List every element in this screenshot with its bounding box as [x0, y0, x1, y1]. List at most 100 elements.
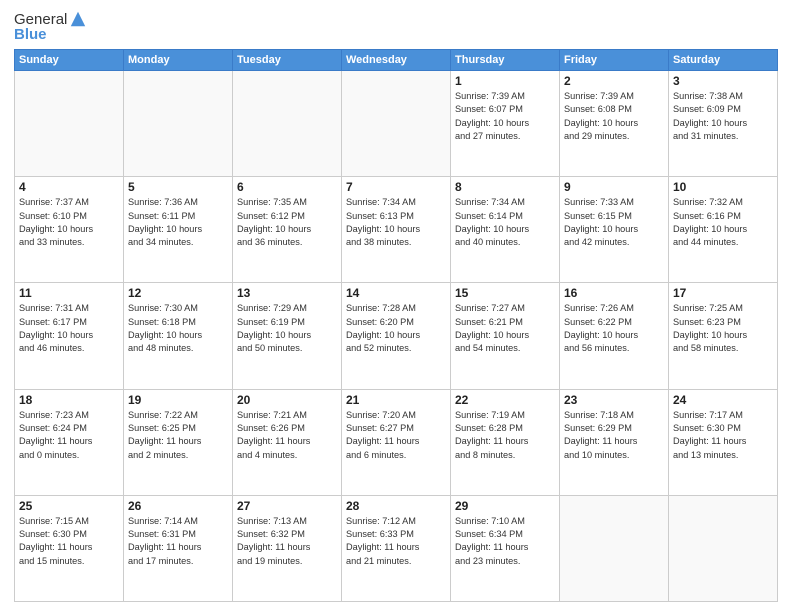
day-number: 11	[19, 286, 119, 300]
day-number: 7	[346, 180, 446, 194]
day-info: Sunrise: 7:20 AMSunset: 6:27 PMDaylight:…	[346, 409, 446, 462]
day-info: Sunrise: 7:22 AMSunset: 6:25 PMDaylight:…	[128, 409, 228, 462]
calendar-cell: 25 Sunrise: 7:15 AMSunset: 6:30 PMDayligh…	[15, 495, 124, 601]
day-info: Sunrise: 7:21 AMSunset: 6:26 PMDaylight:…	[237, 409, 337, 462]
day-number: 5	[128, 180, 228, 194]
day-number: 23	[564, 393, 664, 407]
logo: General Blue	[14, 10, 87, 43]
day-info: Sunrise: 7:28 AMSunset: 6:20 PMDaylight:…	[346, 302, 446, 355]
calendar-cell	[560, 495, 669, 601]
day-info: Sunrise: 7:30 AMSunset: 6:18 PMDaylight:…	[128, 302, 228, 355]
day-number: 25	[19, 499, 119, 513]
day-number: 22	[455, 393, 555, 407]
calendar-cell: 5 Sunrise: 7:36 AMSunset: 6:11 PMDaylight…	[124, 177, 233, 283]
day-info: Sunrise: 7:26 AMSunset: 6:22 PMDaylight:…	[564, 302, 664, 355]
day-number: 14	[346, 286, 446, 300]
calendar-cell: 28 Sunrise: 7:12 AMSunset: 6:33 PMDayligh…	[342, 495, 451, 601]
weekday-header-row: SundayMondayTuesdayWednesdayThursdayFrid…	[15, 50, 778, 71]
calendar-cell: 3 Sunrise: 7:38 AMSunset: 6:09 PMDaylight…	[669, 71, 778, 177]
day-info: Sunrise: 7:34 AMSunset: 6:13 PMDaylight:…	[346, 196, 446, 249]
week-row-3: 18 Sunrise: 7:23 AMSunset: 6:24 PMDayligh…	[15, 389, 778, 495]
calendar-cell: 11 Sunrise: 7:31 AMSunset: 6:17 PMDayligh…	[15, 283, 124, 389]
day-info: Sunrise: 7:32 AMSunset: 6:16 PMDaylight:…	[673, 196, 773, 249]
calendar-cell	[15, 71, 124, 177]
weekday-header-friday: Friday	[560, 50, 669, 71]
day-info: Sunrise: 7:19 AMSunset: 6:28 PMDaylight:…	[455, 409, 555, 462]
calendar-cell: 14 Sunrise: 7:28 AMSunset: 6:20 PMDayligh…	[342, 283, 451, 389]
day-number: 17	[673, 286, 773, 300]
calendar-cell	[233, 71, 342, 177]
day-info: Sunrise: 7:36 AMSunset: 6:11 PMDaylight:…	[128, 196, 228, 249]
day-info: Sunrise: 7:25 AMSunset: 6:23 PMDaylight:…	[673, 302, 773, 355]
day-number: 13	[237, 286, 337, 300]
calendar-cell: 20 Sunrise: 7:21 AMSunset: 6:26 PMDayligh…	[233, 389, 342, 495]
day-number: 10	[673, 180, 773, 194]
day-info: Sunrise: 7:39 AMSunset: 6:08 PMDaylight:…	[564, 90, 664, 143]
calendar-cell: 19 Sunrise: 7:22 AMSunset: 6:25 PMDayligh…	[124, 389, 233, 495]
calendar-table: SundayMondayTuesdayWednesdayThursdayFrid…	[14, 49, 778, 602]
day-number: 28	[346, 499, 446, 513]
calendar-cell: 1 Sunrise: 7:39 AMSunset: 6:07 PMDaylight…	[451, 71, 560, 177]
day-info: Sunrise: 7:10 AMSunset: 6:34 PMDaylight:…	[455, 515, 555, 568]
logo-blue-label: Blue	[14, 26, 47, 43]
day-number: 21	[346, 393, 446, 407]
day-number: 1	[455, 74, 555, 88]
day-info: Sunrise: 7:38 AMSunset: 6:09 PMDaylight:…	[673, 90, 773, 143]
calendar-cell: 22 Sunrise: 7:19 AMSunset: 6:28 PMDayligh…	[451, 389, 560, 495]
day-info: Sunrise: 7:17 AMSunset: 6:30 PMDaylight:…	[673, 409, 773, 462]
calendar-cell: 15 Sunrise: 7:27 AMSunset: 6:21 PMDayligh…	[451, 283, 560, 389]
day-info: Sunrise: 7:31 AMSunset: 6:17 PMDaylight:…	[19, 302, 119, 355]
day-info: Sunrise: 7:29 AMSunset: 6:19 PMDaylight:…	[237, 302, 337, 355]
logo-general-text: General	[14, 11, 67, 28]
calendar-cell: 18 Sunrise: 7:23 AMSunset: 6:24 PMDayligh…	[15, 389, 124, 495]
calendar-cell: 29 Sunrise: 7:10 AMSunset: 6:34 PMDayligh…	[451, 495, 560, 601]
calendar-cell	[124, 71, 233, 177]
calendar-cell: 27Sunrise: 7:13 AMSunset: 6:32 PMDayligh…	[233, 495, 342, 601]
day-number: 4	[19, 180, 119, 194]
calendar-cell: 26Sunrise: 7:14 AMSunset: 6:31 PMDayligh…	[124, 495, 233, 601]
day-info: Sunrise: 7:23 AMSunset: 6:24 PMDaylight:…	[19, 409, 119, 462]
weekday-header-sunday: Sunday	[15, 50, 124, 71]
day-number: 24	[673, 393, 773, 407]
day-info: Sunrise: 7:13 AMSunset: 6:32 PMDaylight:…	[237, 515, 337, 568]
day-info: Sunrise: 7:33 AMSunset: 6:15 PMDaylight:…	[564, 196, 664, 249]
day-number: 26	[128, 499, 228, 513]
day-number: 20	[237, 393, 337, 407]
calendar-cell: 2Sunrise: 7:39 AMSunset: 6:08 PMDaylight…	[560, 71, 669, 177]
calendar-cell: 23 Sunrise: 7:18 AMSunset: 6:29 PMDayligh…	[560, 389, 669, 495]
day-number: 9	[564, 180, 664, 194]
calendar-cell: 17 Sunrise: 7:25 AMSunset: 6:23 PMDayligh…	[669, 283, 778, 389]
day-number: 19	[128, 393, 228, 407]
day-number: 18	[19, 393, 119, 407]
day-info: Sunrise: 7:12 AMSunset: 6:33 PMDaylight:…	[346, 515, 446, 568]
day-number: 6	[237, 180, 337, 194]
calendar-cell: 10 Sunrise: 7:32 AMSunset: 6:16 PMDayligh…	[669, 177, 778, 283]
day-number: 16	[564, 286, 664, 300]
calendar-cell: 9 Sunrise: 7:33 AMSunset: 6:15 PMDaylight…	[560, 177, 669, 283]
week-row-2: 11 Sunrise: 7:31 AMSunset: 6:17 PMDayligh…	[15, 283, 778, 389]
calendar-cell: 24 Sunrise: 7:17 AMSunset: 6:30 PMDayligh…	[669, 389, 778, 495]
weekday-header-monday: Monday	[124, 50, 233, 71]
header: General Blue	[14, 10, 778, 43]
calendar-cell: 21 Sunrise: 7:20 AMSunset: 6:27 PMDayligh…	[342, 389, 451, 495]
calendar-cell: 13 Sunrise: 7:29 AMSunset: 6:19 PMDayligh…	[233, 283, 342, 389]
weekday-header-thursday: Thursday	[451, 50, 560, 71]
day-number: 15	[455, 286, 555, 300]
day-info: Sunrise: 7:18 AMSunset: 6:29 PMDaylight:…	[564, 409, 664, 462]
day-number: 8	[455, 180, 555, 194]
week-row-0: 1 Sunrise: 7:39 AMSunset: 6:07 PMDaylight…	[15, 71, 778, 177]
day-number: 3	[673, 74, 773, 88]
calendar-cell	[342, 71, 451, 177]
day-info: Sunrise: 7:39 AMSunset: 6:07 PMDaylight:…	[455, 90, 555, 143]
day-info: Sunrise: 7:37 AMSunset: 6:10 PMDaylight:…	[19, 196, 119, 249]
day-number: 29	[455, 499, 555, 513]
weekday-header-wednesday: Wednesday	[342, 50, 451, 71]
calendar-cell: 16 Sunrise: 7:26 AMSunset: 6:22 PMDayligh…	[560, 283, 669, 389]
calendar-cell: 12 Sunrise: 7:30 AMSunset: 6:18 PMDayligh…	[124, 283, 233, 389]
day-number: 12	[128, 286, 228, 300]
day-info: Sunrise: 7:27 AMSunset: 6:21 PMDaylight:…	[455, 302, 555, 355]
day-info: Sunrise: 7:34 AMSunset: 6:14 PMDaylight:…	[455, 196, 555, 249]
calendar-cell	[669, 495, 778, 601]
logo-icon	[69, 10, 87, 28]
day-info: Sunrise: 7:15 AMSunset: 6:30 PMDaylight:…	[19, 515, 119, 568]
